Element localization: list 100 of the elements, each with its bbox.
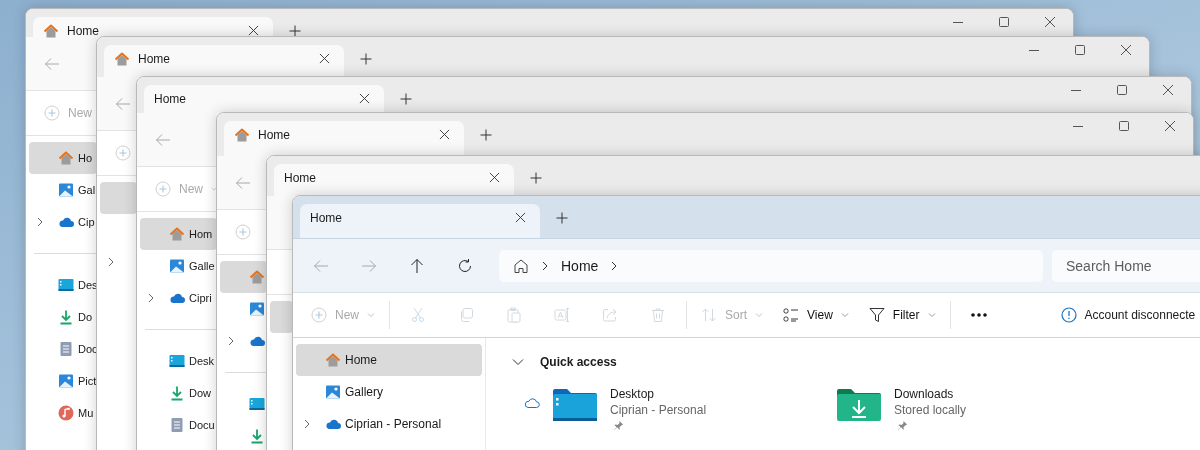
home-icon (169, 226, 185, 242)
new-tab-icon[interactable] (556, 212, 568, 224)
document-icon (169, 417, 185, 433)
back-arrow-icon (44, 55, 60, 72)
back-arrow-icon (115, 95, 131, 112)
close-icon[interactable] (248, 25, 259, 36)
section-heading: Quick access (540, 355, 617, 369)
back-arrow-icon (155, 131, 171, 148)
sidebar-item[interactable]: Doc (29, 333, 97, 365)
picture-icon (325, 384, 341, 400)
minimize-icon (1073, 125, 1083, 127)
close-icon[interactable] (439, 129, 450, 140)
tab[interactable]: Home (104, 45, 344, 77)
sidebar-item[interactable] (220, 261, 267, 293)
picture-icon (58, 182, 74, 198)
tab-title: Home (67, 24, 99, 38)
download-icon (249, 428, 265, 444)
sidebar-item[interactable]: Mu (29, 397, 97, 429)
sidebar-item[interactable]: Home (296, 344, 482, 376)
paste-icon (506, 307, 522, 323)
filter-button[interactable]: Filter (858, 299, 946, 331)
minimize-icon (953, 21, 963, 23)
desktop-icon (169, 353, 185, 369)
address-bar[interactable]: Home (499, 249, 1043, 282)
music-icon (58, 405, 74, 421)
tab-title: Home (258, 128, 290, 142)
close-icon[interactable] (489, 172, 500, 183)
folder-name: Desktop (610, 386, 656, 402)
cut-icon (410, 307, 426, 323)
tab-title: Home (310, 211, 342, 225)
chevron-right-icon (541, 260, 549, 271)
sidebar-item[interactable]: Cipri (140, 282, 217, 314)
copy-icon (458, 307, 474, 323)
chevron-right-icon[interactable] (227, 336, 235, 346)
close-icon (1045, 17, 1055, 27)
new-tab-icon[interactable] (400, 93, 412, 105)
more-icon (970, 313, 987, 317)
folder-location: Ciprian - Personal (610, 402, 707, 418)
minimize-icon (1071, 89, 1081, 91)
info-icon (1060, 307, 1077, 323)
download-folder-icon (836, 388, 882, 422)
chevron-right-icon[interactable] (147, 293, 155, 303)
sidebar-item[interactable]: Ho (29, 142, 97, 174)
maximize-icon (1075, 45, 1085, 55)
sidebar-item[interactable]: Ciprian - Personal (296, 408, 482, 440)
tab[interactable]: Home (300, 204, 540, 238)
back-arrow-icon (313, 257, 329, 274)
tab[interactable]: Home (274, 164, 514, 196)
tab-title: Home (154, 92, 186, 106)
new-tab-icon[interactable] (530, 172, 542, 184)
chevron-right-icon[interactable] (36, 217, 44, 227)
sidebar-item[interactable]: Docu (140, 409, 217, 441)
sidebar-item[interactable]: Pict (29, 365, 97, 397)
chevron-right-icon[interactable] (107, 257, 115, 267)
sidebar-item[interactable]: Gallery (296, 376, 482, 408)
new-tab-icon[interactable] (289, 25, 301, 37)
picture-icon (169, 258, 185, 274)
search-field[interactable]: Search Home (1052, 249, 1200, 282)
close-icon (1165, 121, 1175, 131)
plus-circle-icon (235, 224, 251, 240)
chevron-right-icon[interactable] (303, 419, 311, 429)
status-message[interactable]: Account disconnecte (1084, 308, 1196, 322)
folder-tile[interactable]: Desktop Ciprian - Personal (512, 386, 796, 431)
tab-title: Home (284, 171, 316, 185)
tab[interactable]: Home (224, 121, 464, 156)
back-arrow-icon (235, 174, 251, 191)
close-icon[interactable] (515, 212, 526, 223)
home-icon (325, 352, 341, 368)
sidebar-item[interactable]: Galle (140, 250, 217, 282)
close-icon[interactable] (319, 53, 330, 64)
tab[interactable]: Home (144, 85, 384, 113)
sidebar-item[interactable]: Dow (140, 377, 217, 409)
minimize-icon (1029, 49, 1039, 51)
view-button[interactable]: View (773, 299, 859, 331)
breadcrumb[interactable]: Home (561, 257, 599, 274)
tab-title: Home (138, 52, 170, 66)
sidebar-item[interactable]: Des (29, 269, 97, 301)
sidebar-item[interactable]: Hom (140, 218, 217, 250)
sidebar-item[interactable]: Desk (140, 345, 217, 377)
tab[interactable]: Home (33, 17, 273, 37)
sidebar-item[interactable]: Gal (29, 174, 97, 206)
download-icon (169, 385, 185, 401)
folder-tile[interactable]: Downloads Stored locally (796, 386, 1080, 431)
new-tab-icon[interactable] (360, 53, 372, 65)
new-tab-icon[interactable] (480, 129, 492, 141)
chevron-right-icon (610, 260, 619, 271)
filter-icon (868, 307, 885, 323)
sidebar-item[interactable]: Do (29, 301, 97, 333)
picture-icon (58, 373, 74, 389)
home-outline-icon (513, 257, 529, 274)
picture-icon (249, 301, 265, 317)
refresh-icon (457, 257, 473, 274)
folder-name: Downloads (894, 386, 955, 402)
home-icon (58, 150, 74, 166)
sidebar-item[interactable]: Cip (29, 206, 97, 238)
chevron-down-icon[interactable] (512, 358, 524, 366)
maximize-icon (1119, 121, 1129, 131)
close-icon[interactable] (359, 93, 370, 104)
trash-icon (650, 307, 666, 323)
plus-circle-icon (311, 307, 327, 323)
